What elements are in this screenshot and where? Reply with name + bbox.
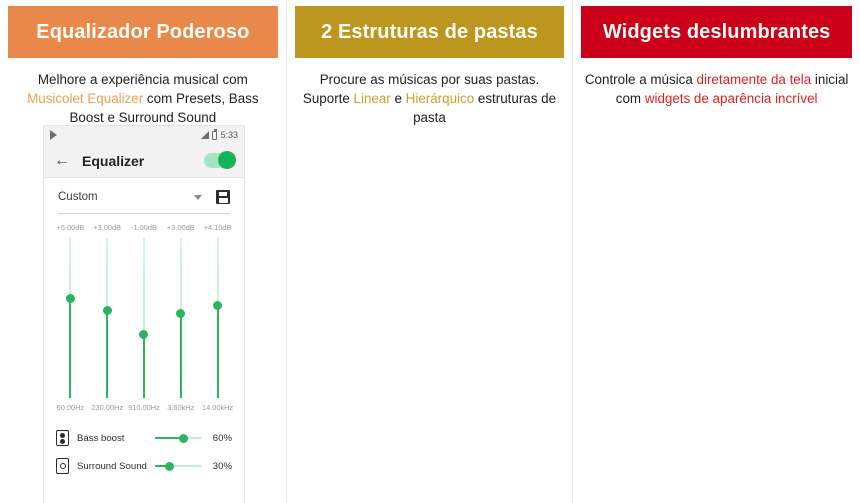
eq-frequency-labels: 60.00Hz 230.00Hz 910.00Hz 3.60kHz 14.00k… [44, 403, 244, 412]
surround-sound-slider[interactable] [155, 461, 202, 471]
play-indicator-icon [50, 130, 57, 140]
equalizer-toggle-switch[interactable] [204, 151, 236, 169]
eq-db-label: +4.10dB [203, 223, 232, 232]
eq-band-slider[interactable] [52, 238, 89, 398]
caption-text-mid: e [390, 91, 406, 107]
eq-db-label: -1.00dB [131, 223, 157, 232]
eq-hz-label: 3.60kHz [167, 403, 195, 412]
bass-boost-row[interactable]: Bass boost 60% [56, 424, 232, 452]
eq-db-label: +3.00dB [166, 223, 195, 232]
preset-value: Custom [58, 191, 98, 203]
signal-icon [201, 131, 210, 139]
eq-band-slider[interactable] [199, 238, 236, 398]
feature-showcase-board: Equalizador Poderoso Melhore a experiênc… [0, 0, 860, 503]
panel-equalizer: Equalizador Poderoso Melhore a experiênc… [0, 0, 287, 503]
eq-hz-label: 230.00Hz [91, 403, 124, 412]
bass-boost-value: 60% [212, 432, 232, 444]
bass-boost-label: Bass boost [77, 432, 125, 444]
chevron-down-icon[interactable] [194, 194, 202, 200]
eq-band-slider[interactable] [89, 238, 126, 398]
status-bar: 5:33 [44, 126, 244, 144]
caption-highlight-1: diretamente da tela [696, 72, 812, 87]
eq-effects-section: Bass boost 60% Surround Sound 30% [44, 424, 244, 480]
eq-band-slider[interactable] [162, 238, 199, 398]
eq-hz-label: 14.00kHz [201, 403, 234, 412]
panel-3-banner-title: Widgets deslumbrantes [581, 6, 852, 58]
eq-hz-label: 60.00Hz [56, 403, 85, 412]
caption-text-pre: Controle a música [584, 72, 697, 87]
eq-band-sliders[interactable] [44, 238, 244, 398]
panel-folders: 2 Estruturas de pastas Procure as música… [286, 0, 574, 503]
eq-db-labels: +5.00dB +3.00dB -1.00dB +3.00dB +4.10dB [44, 223, 244, 232]
phone-mockup-equalizer: 5:33 ← Equalizer Custom +5.00dB +3.00dB … [44, 126, 244, 503]
save-icon[interactable] [216, 190, 230, 204]
caption-highlight-hierarchical: Hierárquico [405, 91, 475, 107]
bass-boost-slider[interactable] [155, 433, 202, 443]
caption-highlight: Musicolet Equalizer [27, 91, 144, 107]
eq-db-label: +3.00dB [93, 223, 122, 232]
surround-sound-label: Surround Sound [77, 460, 147, 472]
preset-selector-row[interactable]: Custom [44, 178, 244, 206]
surround-sound-row[interactable]: Surround Sound 30% [56, 452, 232, 480]
eq-db-label: +5.00dB [56, 223, 85, 232]
panel-1-caption: Melhore a experiência musical com Musico… [10, 70, 276, 127]
panel-1-banner-title: Equalizador Poderoso [8, 6, 278, 58]
status-bar-time: 5:33 [220, 130, 238, 140]
panel-widgets: Widgets deslumbrantes Controle a música … [573, 0, 860, 503]
equalizer-app-bar: ← Equalizer [44, 144, 244, 178]
page-title: Equalizer [82, 152, 145, 169]
caption-text-pre: Melhore a experiência musical com [37, 72, 248, 87]
panel-3-caption: Controle a música diretamente da tela in… [583, 70, 850, 108]
panel-2-caption: Procure as músicas por suas pastas. Supo… [297, 70, 563, 127]
battery-icon [212, 128, 218, 140]
surround-sound-icon [56, 458, 69, 474]
caption-highlight-linear: Linear [353, 91, 391, 107]
panel-2-banner-title: 2 Estruturas de pastas [294, 6, 565, 58]
caption-highlight-2: widgets de aparência incrível [644, 91, 818, 107]
eq-hz-label: 910.00Hz [128, 403, 160, 412]
surround-sound-value: 30% [212, 460, 232, 472]
bass-boost-icon [56, 430, 69, 446]
preset-underline [58, 213, 230, 214]
eq-band-slider[interactable] [126, 238, 163, 398]
back-arrow-icon[interactable]: ← [54, 152, 72, 170]
